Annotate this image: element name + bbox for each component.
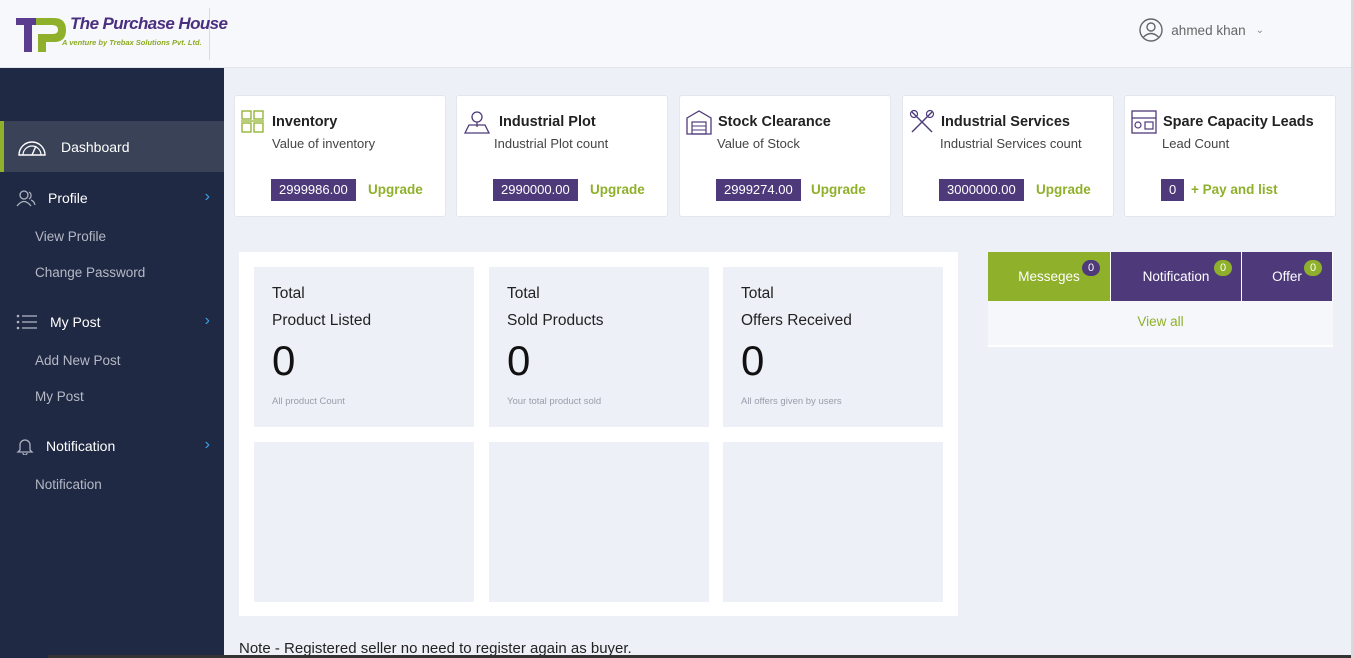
sidebar-item-label: Dashboard: [61, 138, 130, 155]
user-avatar-icon: [1139, 18, 1163, 42]
stat-label: Offers Received: [741, 312, 852, 329]
sidebar-subitem-add-new-post[interactable]: Add New Post: [35, 353, 121, 368]
card-title: Stock Clearance: [718, 114, 831, 130]
sidebar-subitem-view-profile[interactable]: View Profile: [35, 229, 106, 244]
card-industrial-plot: Industrial Plot Industrial Plot count 29…: [456, 95, 668, 217]
tab-messages[interactable]: Messeges 0: [988, 252, 1110, 301]
card-value: 2990000.00: [493, 179, 578, 201]
stat-products-listed: Total Product Listed 0 All product Count: [254, 267, 474, 427]
card-industrial-services: Industrial Services Industrial Services …: [902, 95, 1114, 217]
factory-icon: [1131, 110, 1157, 134]
sidebar-item-label: My Post: [50, 314, 101, 330]
stat-label: Product Listed: [272, 312, 372, 329]
empty-panel: [254, 442, 474, 602]
tab-label: Notification: [1142, 269, 1210, 284]
tab-offer[interactable]: Offer 0: [1242, 252, 1332, 301]
chevron-right-icon: ›: [204, 312, 210, 329]
count-badge: 0: [1082, 260, 1100, 276]
sidebar-item-dashboard[interactable]: Dashboard: [0, 121, 224, 172]
chevron-right-icon: ›: [204, 436, 210, 453]
inventory-icon: [241, 110, 264, 133]
brand-subtitle: A venture by Trebax Solutions Pvt. Ltd.: [62, 38, 202, 47]
tab-label: Offer: [1272, 269, 1302, 284]
chevron-down-icon: ⌄: [1255, 24, 1264, 36]
users-icon: [16, 190, 36, 207]
stat-value: 0: [272, 337, 296, 384]
user-name: ahmed khan: [1171, 22, 1246, 38]
sidebar: Dashboard Profile › View Profile Change …: [0, 68, 224, 658]
stat-value: 0: [741, 337, 765, 384]
count-badge: 0: [1304, 260, 1322, 276]
stat-offers-received: Total Offers Received 0 All offers given…: [723, 267, 943, 427]
stat-value: 0: [507, 337, 531, 384]
plot-icon: [463, 111, 491, 134]
stat-label: Sold Products: [507, 312, 604, 329]
card-title: Industrial Services: [941, 114, 1070, 130]
warehouse-icon: [686, 110, 712, 135]
stats-panel: Total Product Listed 0 All product Count…: [239, 252, 958, 616]
count-badge: 0: [1214, 260, 1232, 276]
stat-label: Total: [507, 285, 540, 302]
card-value: 3000000.00: [939, 179, 1024, 201]
sidebar-item-label: Notification: [46, 438, 116, 454]
sidebar-item-my-post[interactable]: My Post ›: [0, 307, 224, 337]
speedometer-icon: [18, 140, 46, 156]
card-value: 2999274.00: [716, 179, 801, 201]
inbox-tabs-panel: Messeges 0 Notification 0 Offer 0 View a…: [988, 252, 1333, 347]
view-all-link[interactable]: View all: [988, 301, 1333, 345]
upgrade-link[interactable]: Upgrade: [811, 182, 866, 197]
card-subtitle: Value of Stock: [717, 136, 800, 151]
sidebar-subitem-notification[interactable]: Notification: [35, 477, 102, 492]
card-subtitle: Value of inventory: [272, 136, 376, 151]
stat-description: All offers given by users: [741, 396, 842, 407]
upgrade-link[interactable]: Upgrade: [1036, 182, 1091, 197]
stat-label: Total: [741, 285, 774, 302]
brand-logo[interactable]: The Purchase House A venture by Trebax S…: [10, 8, 228, 60]
card-value: 0: [1161, 179, 1185, 201]
card-subtitle: Lead Count: [1162, 136, 1230, 151]
stat-description: All product Count: [272, 396, 345, 407]
chevron-right-icon: ›: [204, 188, 210, 205]
card-subtitle: Industrial Services count: [940, 136, 1082, 151]
card-stock-clearance: Stock Clearance Value of Stock 2999274.0…: [679, 95, 891, 217]
empty-panel: [723, 442, 943, 602]
brand-title: The Purchase House: [70, 14, 228, 33]
sidebar-item-label: Profile: [48, 190, 88, 206]
user-menu[interactable]: ahmed khan ⌄: [1139, 18, 1264, 42]
list-icon: [16, 314, 37, 330]
stat-label: Total: [272, 285, 305, 302]
sidebar-item-profile[interactable]: Profile ›: [0, 183, 224, 213]
sidebar-item-notification[interactable]: Notification ›: [0, 431, 224, 461]
sidebar-subitem-change-password[interactable]: Change Password: [35, 265, 145, 280]
stat-sold-products: Total Sold Products 0 Your total product…: [489, 267, 709, 427]
tab-notification[interactable]: Notification 0: [1111, 252, 1241, 301]
card-title: Spare Capacity Leads: [1163, 114, 1314, 130]
card-title: Industrial Plot: [499, 114, 596, 130]
upgrade-link[interactable]: Upgrade: [590, 182, 645, 197]
bell-icon: [16, 439, 34, 455]
top-header: The Purchase House A venture by Trebax S…: [0, 0, 1354, 68]
logo-mark-icon: [16, 18, 66, 52]
card-spare-capacity-leads: Spare Capacity Leads Lead Count 0 + Pay …: [1124, 95, 1336, 217]
stat-description: Your total product sold: [507, 396, 602, 407]
card-inventory: Inventory Value of inventory 2999986.00 …: [234, 95, 446, 217]
card-subtitle: Industrial Plot count: [494, 136, 609, 151]
tools-icon: [909, 109, 935, 133]
upgrade-link[interactable]: Upgrade: [368, 182, 423, 197]
card-title: Inventory: [272, 114, 338, 130]
card-value: 2999986.00: [271, 179, 356, 201]
pay-and-list-link[interactable]: + Pay and list: [1191, 182, 1278, 197]
sidebar-subitem-my-post[interactable]: My Post: [35, 389, 84, 404]
tab-label: Messeges: [1018, 269, 1080, 284]
empty-panel: [489, 442, 709, 602]
